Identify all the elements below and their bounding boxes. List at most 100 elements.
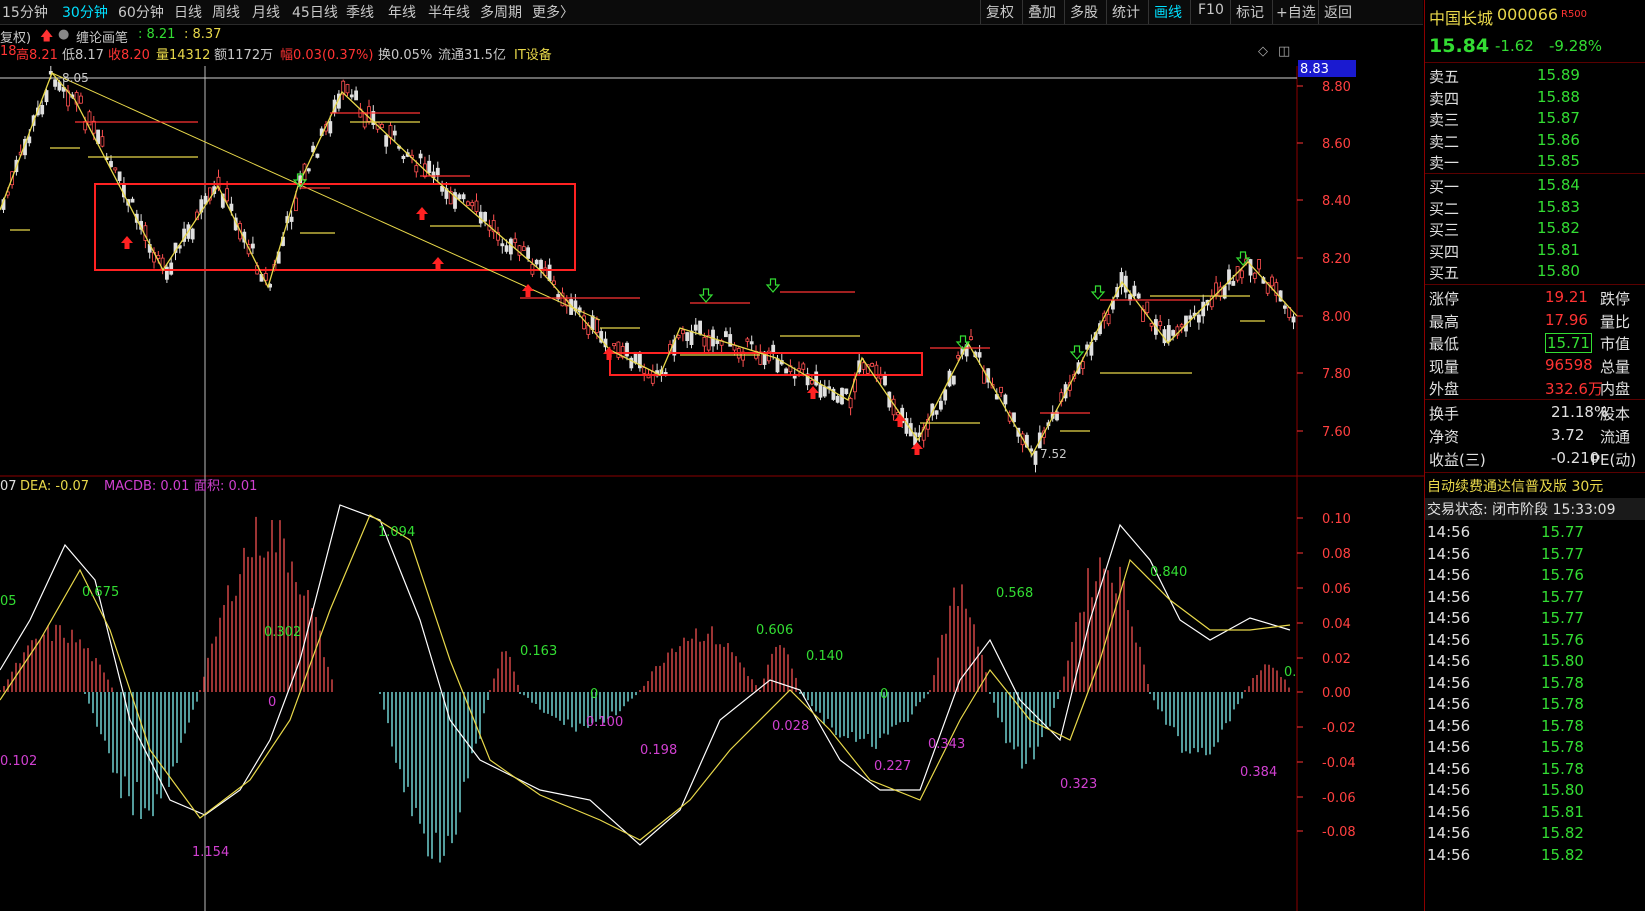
candle [595, 319, 599, 333]
macd-tick-label: 0.06 [1322, 582, 1351, 597]
candle [250, 243, 255, 249]
chart-area[interactable]: 8.83 8.80 8.60 8.40 8.20 8.00 7.80 7.60 0.10 0.… [0, 0, 1424, 911]
bid-row[interactable]: 买三 15.82 [1425, 218, 1645, 240]
ad-text[interactable]: 自动续费通达信普及版 30元 [1427, 476, 1603, 496]
divider [1425, 173, 1645, 174]
tick-row[interactable]: 14:56 15.78 [1425, 716, 1645, 738]
candle [40, 104, 45, 115]
stat-row[interactable]: 涨停 19.21 跌停 [1425, 287, 1645, 309]
ask-row[interactable]: 卖四 15.88 [1425, 87, 1645, 109]
sell-arrow-icon[interactable] [1090, 285, 1106, 300]
candle [1248, 259, 1253, 276]
fund-row[interactable]: 换手 21.18% 股本 [1425, 402, 1645, 424]
tick-time: 14:56 [1427, 759, 1471, 778]
tick-row[interactable]: 14:56 15.78 [1425, 737, 1645, 759]
price-tick-label: 8.80 [1322, 80, 1351, 95]
sell-arrow-icon[interactable] [698, 288, 714, 303]
buy-arrow-icon[interactable] [416, 207, 428, 220]
ask-row-value: 15.87 [1537, 109, 1580, 127]
tick-row[interactable]: 14:56 15.77 [1425, 608, 1645, 630]
candle [969, 336, 973, 340]
macd-peak-label: 0.840 [1150, 565, 1187, 580]
candle [384, 135, 389, 147]
fund-row[interactable]: 收益(三) -0.210 PE(动) [1425, 448, 1645, 470]
sell-arrow-icon[interactable] [765, 278, 781, 293]
buy-arrow-icon[interactable] [911, 442, 923, 455]
tick-price: 15.77 [1541, 587, 1584, 606]
candle [470, 201, 475, 207]
ask-row[interactable]: 卖五 15.89 [1425, 65, 1645, 87]
ask-row[interactable]: 卖二 15.86 [1425, 130, 1645, 152]
ask-row[interactable]: 卖一 15.85 [1425, 151, 1645, 173]
tick-row[interactable]: 14:56 15.77 [1425, 587, 1645, 609]
stat-row[interactable]: 最低 15.71 市值 [1425, 332, 1645, 354]
buy-arrow-icon[interactable] [432, 257, 444, 270]
candle [685, 332, 690, 342]
tick-row[interactable]: 14:56 15.78 [1425, 694, 1645, 716]
stat-row[interactable]: 最高 17.96 量比 [1425, 310, 1645, 332]
tick-row[interactable]: 14:56 15.82 [1425, 823, 1645, 845]
tick-row[interactable]: 14:56 15.80 [1425, 651, 1645, 673]
buy-arrow-icon[interactable] [894, 414, 906, 427]
candle [513, 238, 518, 243]
candle [1132, 285, 1137, 297]
candle [414, 165, 419, 173]
hub-box[interactable] [94, 183, 576, 271]
trade-status-text: 交易状态: 闭市阶段 15:33:09 [1427, 502, 1616, 518]
candle [943, 389, 948, 401]
tick-time: 14:56 [1427, 824, 1471, 842]
candle [1197, 314, 1201, 323]
macd-tick-label: -0.06 [1322, 791, 1356, 806]
candle [999, 386, 1003, 393]
candle [504, 245, 509, 252]
candle [1003, 394, 1008, 405]
ask-row-label: 卖一 [1429, 154, 1460, 172]
candle [689, 330, 694, 345]
fund-row[interactable]: 净资 3.72 流通 [1425, 425, 1645, 447]
stat-row-label: 外盘 [1429, 380, 1460, 398]
candle [676, 335, 681, 339]
candle [547, 264, 552, 282]
tick-row[interactable]: 14:56 15.78 [1425, 759, 1645, 781]
bid-row-label: 买四 [1429, 242, 1460, 261]
tick-row[interactable]: 14:56 15.78 [1425, 673, 1645, 695]
candle [349, 94, 354, 98]
ask-row-label: 卖四 [1429, 89, 1460, 108]
bid-row[interactable]: 买五 15.80 [1425, 261, 1645, 283]
ad-banner[interactable]: 自动续费通达信普及版 30元 [1425, 475, 1645, 497]
ask-row-label: 卖五 [1429, 68, 1460, 86]
price-change: -1.62 [1495, 37, 1534, 55]
tick-row[interactable]: 14:56 15.76 [1425, 630, 1645, 652]
macd-tick-label: -0.04 [1322, 756, 1356, 771]
tick-price: 15.78 [1541, 738, 1584, 756]
candle [775, 358, 780, 373]
bid-row[interactable]: 买四 15.81 [1425, 240, 1645, 262]
tick-row[interactable]: 14:56 15.77 [1425, 522, 1645, 544]
buy-arrow-icon[interactable] [121, 236, 133, 249]
candle [702, 336, 707, 347]
stat-row-label2: 内盘 [1600, 380, 1631, 398]
candle [91, 120, 96, 134]
buy-arrow-icon[interactable] [807, 386, 819, 399]
price-tick-label: 8.40 [1322, 194, 1351, 209]
candle [745, 338, 750, 342]
stat-row[interactable]: 现量 96598 总量 [1425, 355, 1645, 377]
candle [289, 216, 294, 222]
candle [848, 398, 853, 409]
candle [625, 342, 629, 357]
sell-arrow-icon[interactable] [1069, 345, 1085, 360]
bid-row[interactable]: 买二 15.83 [1425, 197, 1645, 219]
candle [1033, 450, 1038, 465]
bid-row-label: 买一 [1429, 178, 1460, 196]
tick-row[interactable]: 14:56 15.80 [1425, 780, 1645, 802]
tick-row[interactable]: 14:56 15.81 [1425, 802, 1645, 824]
bid-row[interactable]: 买一 15.84 [1425, 175, 1645, 197]
ask-row[interactable]: 卖三 15.87 [1425, 108, 1645, 130]
bid-row-value: 15.82 [1537, 219, 1580, 237]
buy-arrow-icon[interactable] [603, 347, 615, 360]
tick-row[interactable]: 14:56 15.82 [1425, 845, 1645, 867]
tick-row[interactable]: 14:56 15.77 [1425, 544, 1645, 566]
stat-row[interactable]: 外盘 332.6万 内盘 [1425, 377, 1645, 399]
tick-row[interactable]: 14:56 15.76 [1425, 565, 1645, 587]
stat-row-label: 现量 [1429, 357, 1460, 376]
